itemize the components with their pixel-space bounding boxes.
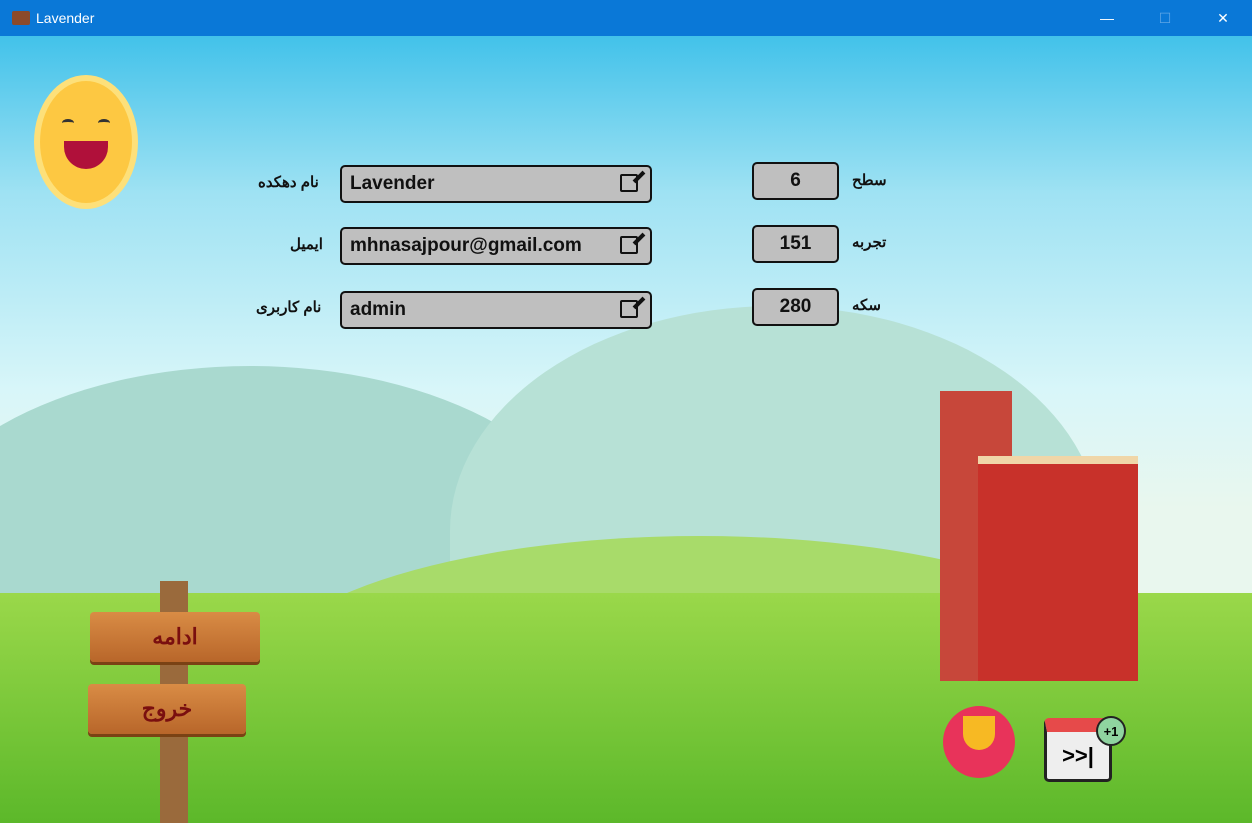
plus-one-badge: +1 <box>1096 716 1126 746</box>
barn <box>978 456 1138 681</box>
calendar-glyph: >>| <box>1062 742 1094 768</box>
experience-label: تجربه <box>852 234 887 251</box>
username-value: admin <box>350 299 406 320</box>
coins-value: 280 <box>752 288 839 326</box>
edit-icon[interactable] <box>620 236 638 254</box>
app-icon <box>12 11 30 25</box>
village-name-value: Lavender <box>350 173 435 194</box>
exit-button[interactable]: خروج <box>88 684 246 734</box>
email-field[interactable]: mhnasajpour@gmail.com <box>340 227 652 265</box>
username-label: نام کاربری <box>256 299 322 316</box>
continue-button[interactable]: ادامه <box>90 612 260 662</box>
edit-icon[interactable] <box>620 174 638 192</box>
sun-icon <box>40 81 132 203</box>
title-bar: Lavender — ☐ ✕ <box>0 0 1252 36</box>
coins-label: سکه <box>852 297 881 314</box>
village-name-label: نام دهکده <box>258 174 319 191</box>
level-value: 6 <box>752 162 839 200</box>
experience-value: 151 <box>752 225 839 263</box>
level-label: سطح <box>852 172 887 189</box>
close-button[interactable]: ✕ <box>1194 0 1252 36</box>
maximize-button[interactable]: ☐ <box>1136 0 1194 36</box>
username-field[interactable]: admin <box>340 291 652 329</box>
edit-icon[interactable] <box>620 300 638 318</box>
trophy-icon[interactable] <box>943 706 1015 778</box>
window-title: Lavender <box>36 10 95 26</box>
minimize-button[interactable]: — <box>1078 0 1136 36</box>
village-name-field[interactable]: Lavender <box>340 165 652 203</box>
email-label: ایمیل <box>290 236 323 253</box>
email-value: mhnasajpour@gmail.com <box>350 235 582 256</box>
